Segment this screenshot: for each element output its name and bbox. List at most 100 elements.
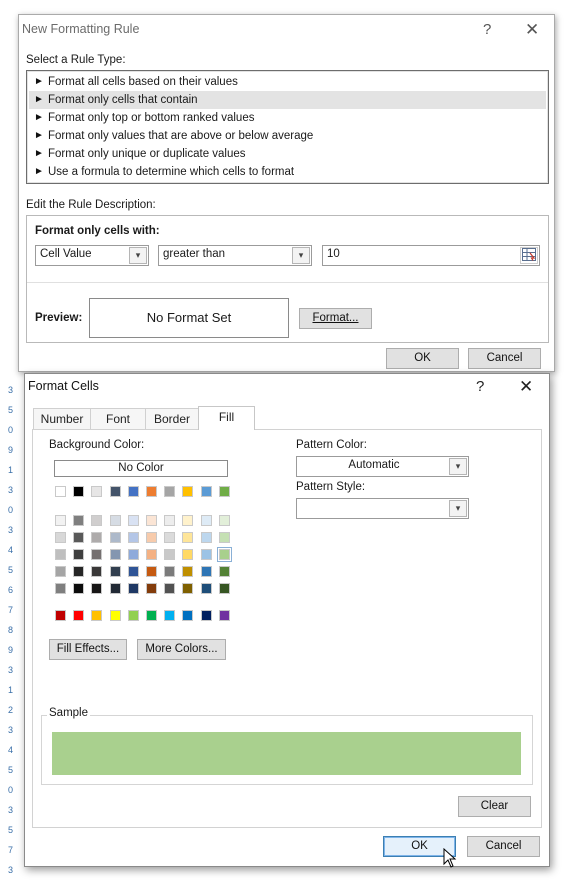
ok-button[interactable]: OK — [386, 348, 459, 369]
rule-type-item[interactable]: ► Format all cells based on their values — [29, 73, 546, 91]
color-swatch[interactable] — [218, 486, 230, 497]
color-swatch[interactable] — [73, 566, 85, 577]
question-icon[interactable]: ? — [476, 378, 484, 395]
color-swatch[interactable] — [200, 515, 212, 526]
color-swatch[interactable] — [146, 515, 157, 526]
tab-font[interactable]: Font — [90, 408, 146, 429]
color-swatch[interactable] — [91, 549, 103, 560]
color-swatch[interactable] — [182, 610, 194, 621]
color-swatch[interactable] — [164, 549, 176, 560]
rule-type-item[interactable]: ► Use a formula to determine which cells … — [29, 163, 546, 181]
chevron-down-icon[interactable]: ▾ — [292, 247, 310, 264]
color-swatch[interactable] — [164, 610, 176, 621]
rule-type-item[interactable]: ► Format only cells that contain — [29, 91, 546, 109]
color-swatch[interactable] — [182, 549, 194, 560]
color-swatch[interactable] — [55, 515, 66, 526]
color-swatch[interactable] — [55, 610, 66, 621]
color-swatch[interactable] — [127, 583, 139, 594]
color-swatch[interactable] — [146, 532, 157, 543]
clear-button[interactable]: Clear — [458, 796, 531, 817]
color-swatch[interactable] — [127, 566, 139, 577]
more-colors-button[interactable]: More Colors... — [137, 639, 226, 660]
tab-border[interactable]: Border — [145, 408, 199, 429]
color-swatch[interactable] — [73, 610, 85, 621]
color-swatch[interactable] — [109, 486, 121, 497]
color-swatch[interactable] — [218, 532, 230, 543]
fill-effects-button[interactable]: Fill Effects... — [49, 639, 127, 660]
color-swatch[interactable] — [73, 486, 85, 497]
color-swatch[interactable] — [55, 549, 66, 560]
cancel-button[interactable]: Cancel — [468, 348, 541, 369]
color-swatch[interactable] — [164, 566, 176, 577]
color-swatch[interactable] — [109, 532, 121, 543]
color-swatch[interactable] — [182, 515, 194, 526]
chevron-down-icon[interactable]: ▾ — [449, 458, 467, 475]
pattern-style-select[interactable]: ▾ — [296, 498, 469, 519]
format-button[interactable]: Format... — [299, 308, 372, 329]
question-icon[interactable]: ? — [483, 21, 491, 38]
color-swatch[interactable] — [91, 515, 103, 526]
color-swatch[interactable] — [127, 532, 139, 543]
rule-type-list[interactable]: ► Format all cells based on their values ►… — [26, 70, 549, 184]
color-swatch[interactable] — [91, 486, 103, 497]
color-swatch[interactable] — [91, 566, 103, 577]
cancel-button[interactable]: Cancel — [467, 836, 540, 857]
rule-type-item[interactable]: ► Format only top or bottom ranked values — [29, 109, 546, 127]
color-swatch[interactable] — [127, 515, 139, 526]
color-swatch[interactable] — [127, 549, 139, 560]
color-swatch[interactable] — [164, 486, 176, 497]
color-swatch[interactable] — [164, 583, 176, 594]
color-swatch[interactable] — [91, 583, 103, 594]
color-swatch[interactable] — [73, 515, 85, 526]
chevron-down-icon[interactable]: ▾ — [129, 247, 147, 264]
color-swatch[interactable] — [146, 583, 157, 594]
color-swatch[interactable] — [200, 583, 212, 594]
value-input[interactable]: 10 — [322, 245, 540, 266]
tab-number[interactable]: Number — [33, 408, 91, 429]
color-swatch[interactable] — [109, 583, 121, 594]
color-swatch[interactable] — [91, 610, 103, 621]
close-icon[interactable]: ✕ — [525, 20, 539, 40]
range-picker-icon[interactable] — [520, 247, 538, 264]
color-swatch[interactable] — [127, 486, 139, 497]
color-swatch[interactable] — [182, 486, 194, 497]
color-swatch[interactable] — [109, 566, 121, 577]
rule-type-item[interactable]: ► Format only values that are above or be… — [29, 127, 546, 145]
color-swatch[interactable] — [109, 515, 121, 526]
color-swatch[interactable] — [146, 549, 157, 560]
color-swatch[interactable] — [55, 566, 66, 577]
color-swatch[interactable] — [182, 532, 194, 543]
color-palette[interactable] — [33, 430, 263, 630]
color-swatch[interactable] — [218, 610, 230, 621]
color-swatch[interactable] — [146, 566, 157, 577]
color-swatch[interactable] — [164, 532, 176, 543]
color-swatch[interactable] — [109, 610, 121, 621]
color-swatch[interactable] — [73, 549, 85, 560]
color-swatch[interactable] — [218, 566, 230, 577]
color-swatch[interactable] — [200, 610, 212, 621]
color-swatch[interactable] — [55, 486, 66, 497]
color-swatch[interactable] — [164, 515, 176, 526]
color-swatch[interactable] — [127, 610, 139, 621]
color-swatch[interactable] — [91, 532, 103, 543]
color-swatch[interactable] — [216, 547, 232, 562]
color-swatch[interactable] — [200, 566, 212, 577]
color-swatch[interactable] — [182, 583, 194, 594]
color-swatch[interactable] — [200, 549, 212, 560]
tab-fill[interactable]: Fill — [198, 406, 255, 430]
color-swatch[interactable] — [73, 532, 85, 543]
color-swatch[interactable] — [55, 532, 66, 543]
rule-type-item[interactable]: ► Format only unique or duplicate values — [29, 145, 546, 163]
chevron-down-icon[interactable]: ▾ — [449, 500, 467, 517]
color-swatch[interactable] — [218, 583, 230, 594]
color-swatch[interactable] — [146, 486, 157, 497]
color-swatch[interactable] — [218, 515, 230, 526]
color-swatch[interactable] — [55, 583, 66, 594]
color-swatch[interactable] — [200, 532, 212, 543]
color-swatch[interactable] — [146, 610, 157, 621]
condition-field-select[interactable]: Cell Value ▾ — [35, 245, 149, 266]
color-swatch[interactable] — [200, 486, 212, 497]
operator-select[interactable]: greater than ▾ — [158, 245, 312, 266]
color-swatch[interactable] — [182, 566, 194, 577]
pattern-color-select[interactable]: Automatic ▾ — [296, 456, 469, 477]
